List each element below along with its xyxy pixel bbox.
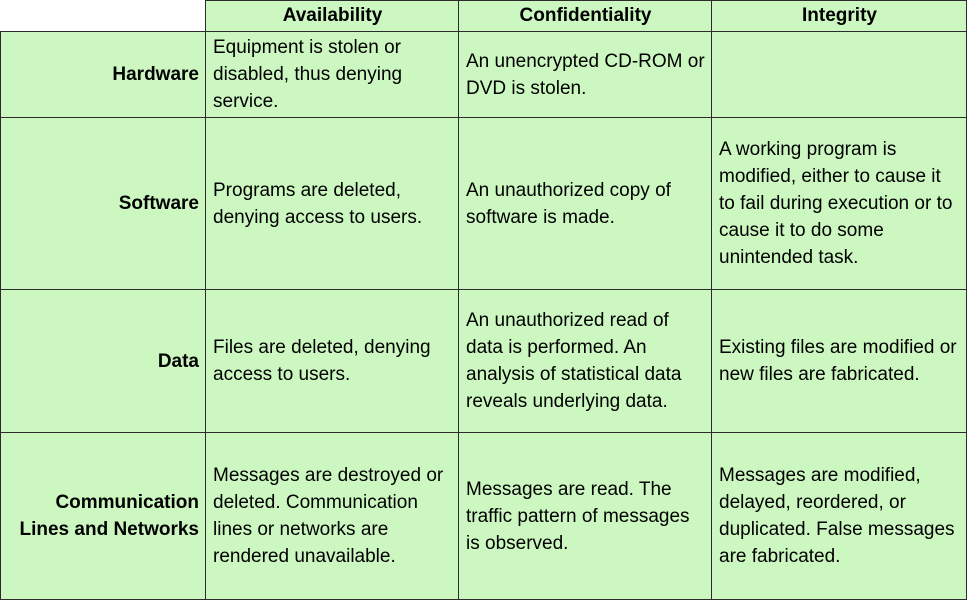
corner-cell bbox=[0, 0, 206, 32]
column-header-confidentiality: Confidentiality bbox=[458, 0, 712, 32]
cell-hardware-integrity bbox=[711, 31, 967, 118]
row-header-software: Software bbox=[0, 117, 206, 290]
column-header-integrity: Integrity bbox=[711, 0, 967, 32]
cell-software-integrity: A working program is modified, either to… bbox=[711, 117, 967, 290]
table-row-data: Data Files are deleted, denying access t… bbox=[0, 289, 967, 433]
cell-data-integrity: Existing files are modified or new files… bbox=[711, 289, 967, 433]
cell-communication-integrity: Messages are modified, delayed, reordere… bbox=[711, 432, 967, 600]
cell-hardware-confidentiality: An unencrypted CD-ROM or DVD is stolen. bbox=[458, 31, 712, 118]
cell-hardware-availability: Equipment is stolen or disabled, thus de… bbox=[205, 31, 459, 118]
table-row-communication: Communication Lines and Networks Message… bbox=[0, 432, 967, 600]
table-row-hardware: Hardware Equipment is stolen or disabled… bbox=[0, 31, 967, 118]
security-threats-table: Availability Confidentiality Integrity H… bbox=[0, 0, 967, 600]
row-header-data: Data bbox=[0, 289, 206, 433]
header-row: Availability Confidentiality Integrity bbox=[0, 0, 967, 32]
table-row-software: Software Programs are deleted, denying a… bbox=[0, 117, 967, 290]
cell-software-confidentiality: An unauthorized copy of software is made… bbox=[458, 117, 712, 290]
cell-communication-confidentiality: Messages are read. The traffic pattern o… bbox=[458, 432, 712, 600]
cell-software-availability: Programs are deleted, denying access to … bbox=[205, 117, 459, 290]
cell-data-availability: Files are deleted, denying access to use… bbox=[205, 289, 459, 433]
cell-data-confidentiality: An unauthorized read of data is performe… bbox=[458, 289, 712, 433]
column-header-availability: Availability bbox=[205, 0, 459, 32]
row-header-hardware: Hardware bbox=[0, 31, 206, 118]
cell-communication-availability: Messages are destroyed or deleted. Commu… bbox=[205, 432, 459, 600]
row-header-communication: Communication Lines and Networks bbox=[0, 432, 206, 600]
